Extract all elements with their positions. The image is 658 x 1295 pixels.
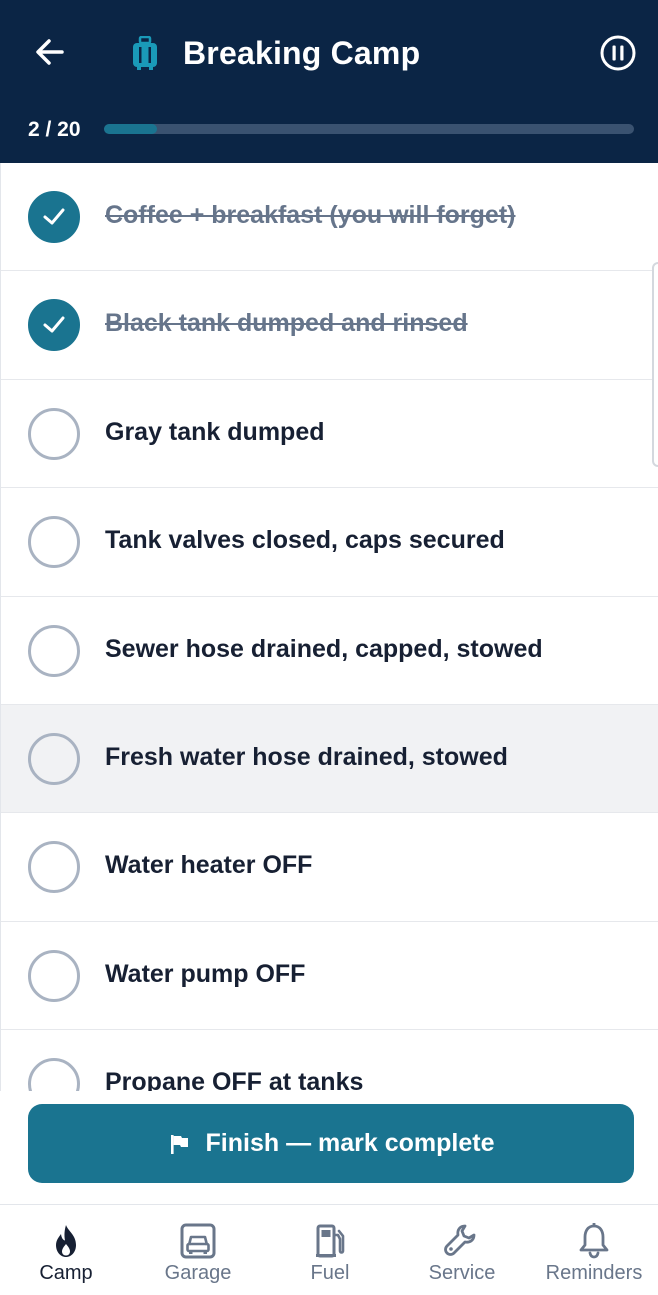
checklist-item-label: Sewer hose drained, capped, stowed — [105, 634, 543, 663]
progress-bar-fill — [104, 124, 157, 134]
checklist-item-label: Gray tank dumped — [105, 417, 325, 446]
pause-button[interactable] — [598, 33, 638, 73]
fuel-pump-icon — [316, 1224, 345, 1258]
page-title: Breaking Camp — [183, 35, 421, 71]
app-header: Breaking Camp 2 / 20 — [0, 0, 658, 163]
checklist-item[interactable]: Black tank dumped and rinsed — [1, 271, 658, 380]
bottom-nav: Camp Garage Fuel Service Reminders — [0, 1204, 658, 1294]
flag-icon — [170, 1134, 188, 1154]
finish-button-label: Finish — mark complete — [205, 1129, 495, 1157]
progress-bar — [104, 124, 634, 134]
checkbox[interactable] — [28, 624, 80, 677]
nav-label: Garage — [164, 1262, 232, 1284]
checklist-item[interactable]: Fresh water hose drained, stowed — [1, 704, 658, 814]
checklist: Coffee + breakfast (you will forget) Bla… — [0, 163, 658, 1091]
progress-count: 2 / 20 — [28, 118, 81, 141]
back-button[interactable] — [28, 30, 72, 74]
bell-icon — [579, 1223, 609, 1259]
checkbox[interactable] — [28, 1058, 80, 1091]
checklist-item-label: Black tank dumped and rinsed — [105, 309, 468, 338]
checklist-item-label: Propane OFF at tanks — [105, 1068, 364, 1091]
checklist-item[interactable]: Gray tank dumped — [1, 379, 658, 489]
checklist-item[interactable]: Tank valves closed, caps secured — [1, 488, 658, 597]
nav-label: Fuel — [310, 1262, 350, 1284]
checkbox[interactable] — [28, 949, 80, 1002]
checklist-item-label: Water pump OFF — [105, 959, 306, 988]
nav-item-garage[interactable]: Garage — [132, 1205, 264, 1295]
checklist-item[interactable]: Propane OFF at tanks — [1, 1030, 658, 1091]
checklist-item[interactable]: Water heater OFF — [1, 813, 658, 922]
checklist-item-label: Coffee + breakfast (you will forget) — [105, 201, 516, 229]
scrollbar[interactable] — [652, 262, 658, 467]
nav-item-reminders[interactable]: Reminders — [528, 1205, 658, 1295]
wrench-icon — [444, 1224, 476, 1256]
checkbox[interactable] — [28, 191, 80, 243]
luggage-icon — [133, 36, 157, 70]
nav-label: Camp — [39, 1262, 93, 1284]
finish-button[interactable]: Finish — mark complete — [28, 1104, 634, 1183]
nav-item-camp[interactable]: Camp — [0, 1205, 132, 1295]
flame-icon — [56, 1225, 76, 1257]
checklist-item-label: Water heater OFF — [105, 851, 313, 880]
checklist-item[interactable]: Coffee + breakfast (you will forget) — [1, 163, 658, 272]
checklist-item-label: Tank valves closed, caps secured — [105, 526, 505, 555]
checkbox[interactable] — [28, 299, 80, 352]
checkbox[interactable] — [28, 516, 80, 569]
nav-item-fuel[interactable]: Fuel — [264, 1205, 396, 1295]
checkmark-icon — [43, 316, 65, 333]
arrow-left-icon — [36, 39, 64, 65]
checkbox[interactable] — [28, 407, 80, 460]
checkbox[interactable] — [28, 841, 80, 894]
pause-icon — [600, 35, 636, 71]
checkmark-icon — [43, 208, 65, 225]
checkbox[interactable] — [28, 732, 80, 785]
nav-item-service[interactable]: Service — [396, 1205, 528, 1295]
car-icon — [180, 1223, 216, 1259]
checklist-item-label: Fresh water hose drained, stowed — [105, 742, 508, 771]
nav-label: Reminders — [545, 1262, 643, 1284]
nav-label: Service — [428, 1262, 496, 1284]
checklist-item[interactable]: Sewer hose drained, capped, stowed — [1, 596, 658, 705]
checklist-item[interactable]: Water pump OFF — [1, 921, 658, 1031]
